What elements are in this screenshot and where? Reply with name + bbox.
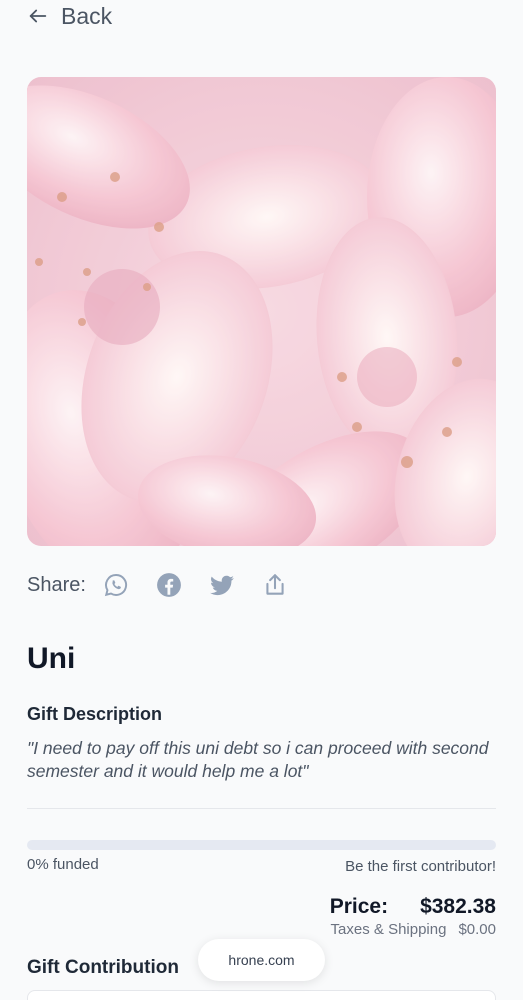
price-label: Price: (329, 895, 389, 918)
back-label: Back (61, 2, 113, 29)
arrow-left-icon (29, 9, 47, 23)
share-row: Share: (27, 568, 315, 602)
back-button[interactable]: Back (27, 3, 112, 29)
share-label: Share: (27, 573, 86, 596)
twitter-icon[interactable] (209, 572, 235, 598)
funded-label: 0% funded (27, 856, 99, 873)
first-contributor-text: Be the first contributor! (345, 858, 496, 875)
price-row: Price: $382.38 (330, 895, 496, 919)
whatsapp-icon[interactable] (103, 572, 129, 598)
gift-contribution-heading: Gift Contribution (27, 957, 179, 978)
gift-title: Uni (27, 642, 76, 675)
divider (27, 808, 496, 809)
contribution-card[interactable] (27, 990, 496, 1000)
gift-image (27, 77, 496, 546)
description-heading: Gift Description (27, 704, 163, 724)
tax-value: $0.00 (458, 921, 496, 938)
tax-label: Taxes & Shipping (330, 921, 447, 938)
funding-progress-bar (27, 840, 496, 850)
url-toast: hrone.com (198, 939, 325, 981)
facebook-icon[interactable] (156, 572, 182, 598)
upload-share-icon[interactable] (262, 572, 288, 598)
tax-row: Taxes & Shipping $0.00 (331, 921, 496, 938)
gift-description: "I need to pay off this uni debt so i ca… (27, 738, 489, 781)
price-value: $382.38 (420, 895, 496, 918)
